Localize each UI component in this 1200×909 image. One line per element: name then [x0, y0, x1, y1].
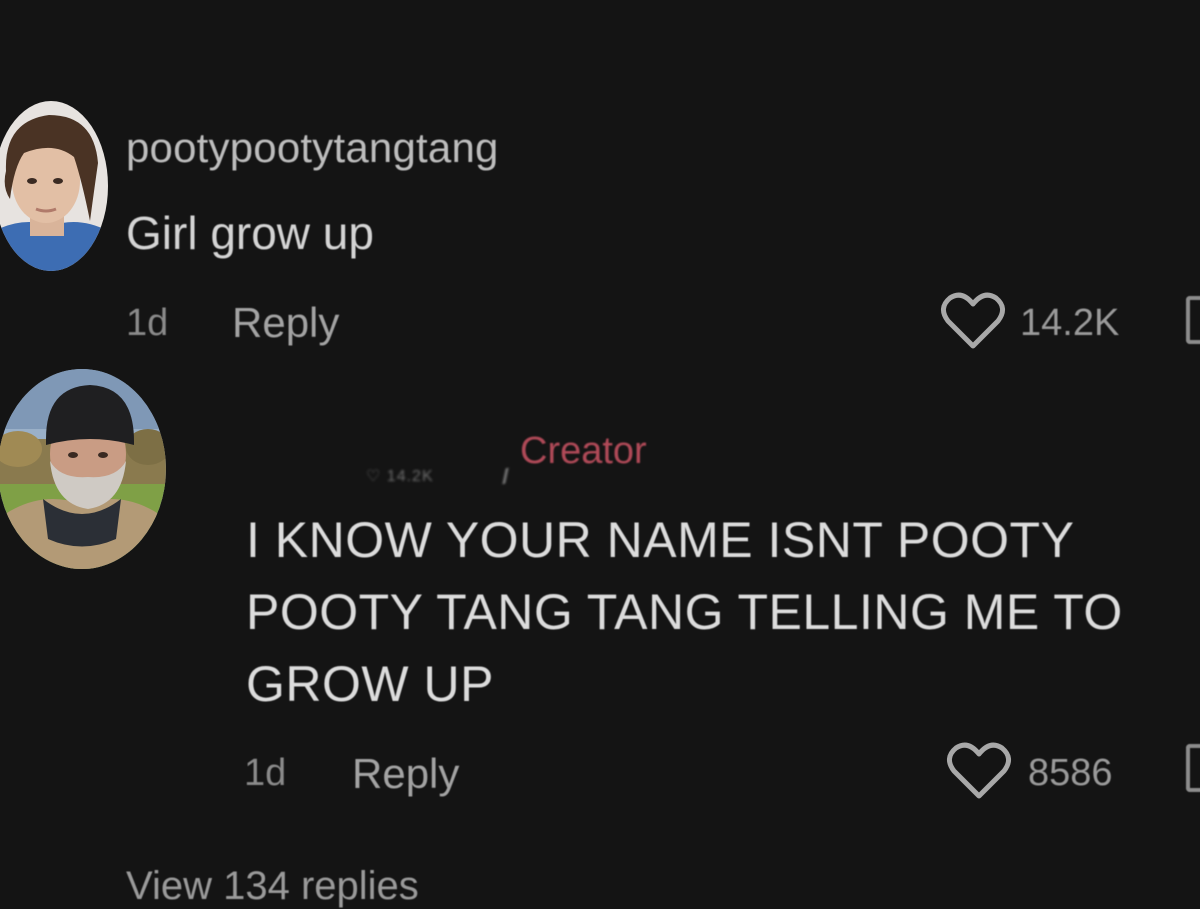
- creator-badge: Creator: [520, 430, 647, 472]
- ghost-tick-mark: [502, 468, 509, 484]
- comment-1-like-button[interactable]: [940, 290, 1006, 352]
- dislike-icon[interactable]: [1186, 744, 1200, 792]
- comment-2-timestamp: 1d: [244, 752, 287, 794]
- heart-icon: [947, 742, 1011, 799]
- comment-2-ghost-like-count: ♡ 14.2K: [366, 466, 434, 486]
- comment-1-like-count: 14.2K: [1020, 302, 1120, 344]
- avatar-commenter-1[interactable]: [0, 101, 108, 271]
- heart-icon: [941, 292, 1005, 349]
- avatar-bearded-man-beanie-image: [0, 369, 166, 569]
- comment-1-timestamp: 1d: [126, 302, 169, 344]
- comment-2-reply-button[interactable]: Reply: [352, 750, 459, 798]
- dislike-icon[interactable]: [1186, 296, 1200, 344]
- comment-2-like-button[interactable]: [946, 740, 1012, 802]
- heart-outline-icon: ♡: [366, 468, 382, 485]
- comment-2-text: I KNOW YOUR NAME ISNT POOTY POOTY TANG T…: [246, 512, 1123, 712]
- comment-1-reply-button[interactable]: Reply: [232, 299, 339, 347]
- comment-2-ghost-like-value: 14.2K: [386, 468, 434, 485]
- comment-2-like-count: 8586: [1028, 752, 1113, 794]
- comment-1-username[interactable]: pootypootytangtang: [126, 124, 499, 172]
- avatar-young-person-image: [0, 101, 108, 271]
- avatar-commenter-2[interactable]: [0, 369, 166, 569]
- comment-1-text: Girl grow up: [126, 207, 374, 259]
